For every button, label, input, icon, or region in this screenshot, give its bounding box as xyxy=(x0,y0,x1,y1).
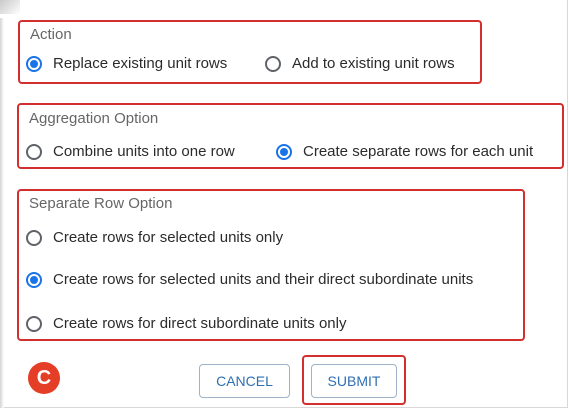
action-group: Action Replace existing unit rows Add to… xyxy=(18,20,482,84)
radio-separate-rows[interactable]: Create separate rows for each unit xyxy=(276,143,533,160)
radio-label: Combine units into one row xyxy=(53,143,235,160)
radio-unchecked-icon[interactable] xyxy=(265,55,281,72)
cancel-button[interactable]: CANCEL xyxy=(199,364,290,398)
corner-shadow xyxy=(0,0,20,14)
radio-label: Create rows for direct subordinate units… xyxy=(53,315,347,332)
radio-label: Replace existing unit rows xyxy=(53,55,228,72)
radio-unchecked-icon[interactable] xyxy=(26,315,42,332)
radio-add-existing[interactable]: Add to existing unit rows xyxy=(265,55,455,72)
radio-label: Create rows for selected units and their… xyxy=(53,271,474,288)
radio-label: Create rows for selected units only xyxy=(53,229,284,246)
step-badge: C xyxy=(28,362,60,394)
separate-row-group-title: Separate Row Option xyxy=(29,195,173,212)
left-edge-shadow xyxy=(0,18,4,408)
radio-replace-existing[interactable]: Replace existing unit rows xyxy=(26,55,227,72)
radio-checked-icon[interactable] xyxy=(26,55,42,72)
radio-selected-only[interactable]: Create rows for selected units only xyxy=(26,229,283,246)
radio-unchecked-icon[interactable] xyxy=(26,143,42,160)
aggregation-group-title: Aggregation Option xyxy=(29,110,159,127)
radio-checked-icon[interactable] xyxy=(276,143,292,160)
action-group-title: Action xyxy=(30,26,72,43)
radio-selected-and-subordinate[interactable]: Create rows for selected units and their… xyxy=(26,271,473,288)
radio-combine-units[interactable]: Combine units into one row xyxy=(26,143,235,160)
radio-label: Add to existing unit rows xyxy=(292,55,455,72)
aggregation-group: Aggregation Option Combine units into on… xyxy=(17,103,564,169)
radio-checked-icon[interactable] xyxy=(26,271,42,288)
radio-unchecked-icon[interactable] xyxy=(26,229,42,246)
submit-button[interactable]: SUBMIT xyxy=(311,364,397,398)
radio-label: Create separate rows for each unit xyxy=(303,143,534,160)
separate-row-group: Separate Row Option Create rows for sele… xyxy=(17,189,525,341)
radio-subordinate-only[interactable]: Create rows for direct subordinate units… xyxy=(26,315,346,332)
